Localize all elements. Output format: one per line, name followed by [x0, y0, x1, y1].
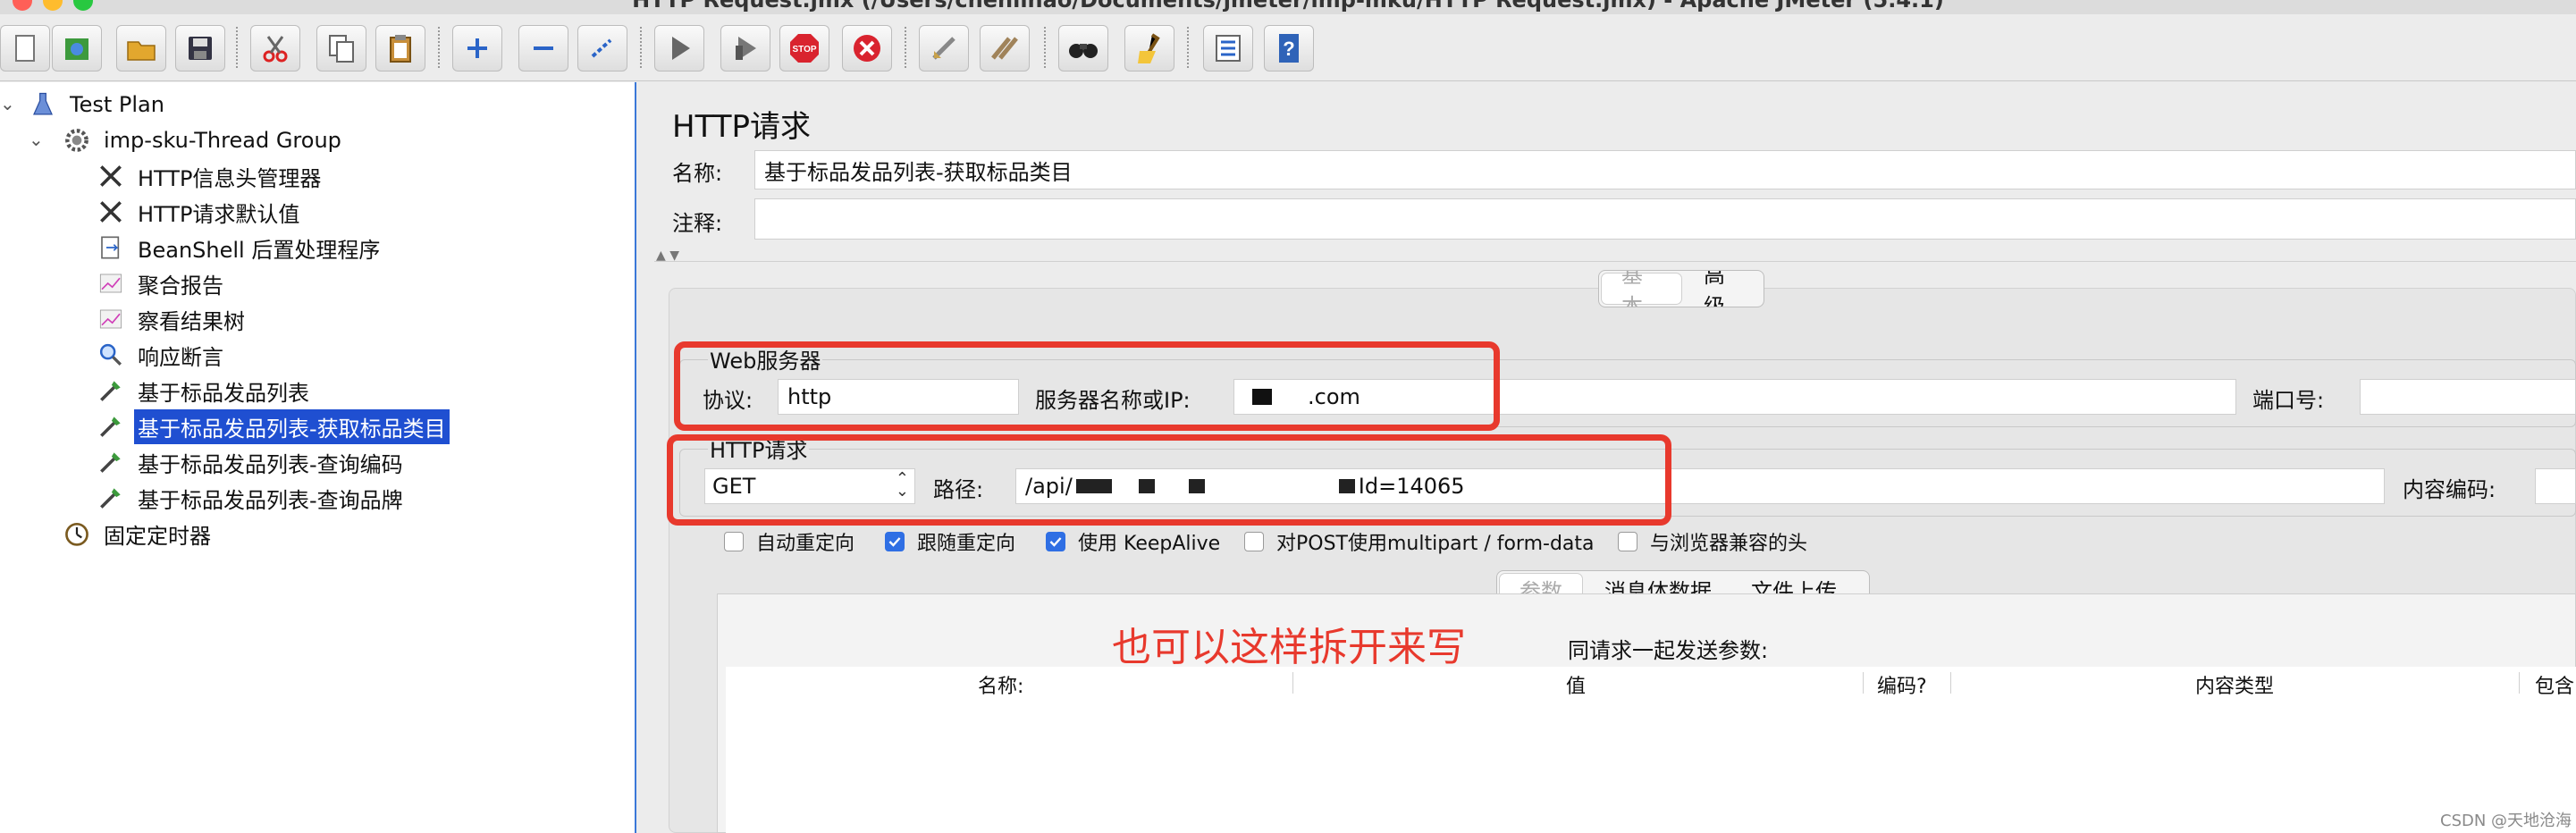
- annotation-box-request: [667, 434, 1671, 526]
- config-tabs: 基本 高级: [1598, 270, 1764, 307]
- open-icon[interactable]: [116, 25, 166, 72]
- tree-item-aggregate-report[interactable]: 聚合报告: [95, 266, 227, 300]
- tree-item-header-manager[interactable]: HTTP信息头管理器: [95, 159, 324, 193]
- params-caption: 同请求一起发送参数:: [1568, 638, 1769, 663]
- keepalive-checkbox[interactable]: 使用 KeepAlive: [1046, 527, 1220, 556]
- column-header-include[interactable]: 包含: [2535, 670, 2574, 699]
- window-title: HTTP Request.jmx (/Users/chenlinao/Docum…: [632, 0, 1944, 13]
- toggle-icon[interactable]: [577, 25, 627, 72]
- encoding-label: 内容编码:: [2403, 477, 2496, 502]
- start-no-pauses-icon[interactable]: [720, 25, 770, 72]
- title-bar: HTTP Request.jmx (/Users/chenlinao/Docum…: [0, 0, 2576, 14]
- help-icon[interactable]: ?: [1264, 25, 1314, 72]
- column-header-value[interactable]: 值: [1566, 670, 1586, 699]
- new-icon[interactable]: [0, 25, 50, 72]
- sampler-pipette-icon: [95, 482, 127, 514]
- sampler-pipette-icon: [95, 410, 127, 442]
- name-field[interactable]: 基于标品发品列表-获取标品类目: [754, 150, 2576, 189]
- collapse-icon[interactable]: [518, 25, 568, 72]
- tree-item-response-assertion[interactable]: 响应断言: [95, 338, 227, 372]
- tree-item-sampler-brand[interactable]: 基于标品发品列表-查询品牌: [95, 481, 407, 515]
- name-label: 名称:: [672, 161, 723, 186]
- search-icon[interactable]: [1058, 25, 1108, 72]
- tree-item-sampler-list[interactable]: 基于标品发品列表: [95, 374, 313, 408]
- test-plan-tree: ⌄ Test Plan ⌄ imp-sku-Thread Group HTTP信…: [0, 82, 636, 833]
- comment-label: 注释:: [672, 211, 723, 236]
- clear-icon[interactable]: [919, 25, 969, 72]
- sampler-pipette-icon: [95, 446, 127, 478]
- copy-icon[interactable]: [316, 25, 366, 72]
- post-processor-icon: [95, 231, 127, 264]
- toolbar: STOP ?: [0, 14, 2576, 81]
- config-wrench-icon: [95, 160, 127, 192]
- checkmark-icon: [1046, 532, 1065, 551]
- annotation-text: 也可以这样拆开来写: [1112, 625, 1466, 670]
- checkbox-icon: [1618, 532, 1637, 551]
- expand-icon[interactable]: [452, 25, 502, 72]
- encoding-field[interactable]: [2535, 468, 2576, 504]
- clear-all-icon[interactable]: [980, 25, 1030, 72]
- tree-item-sampler-code[interactable]: 基于标品发品列表-查询编码: [95, 445, 407, 479]
- stop-icon[interactable]: STOP: [779, 25, 829, 72]
- port-field[interactable]: [2360, 379, 2576, 415]
- listener-graph-icon: [95, 303, 127, 335]
- tree-item-request-defaults[interactable]: HTTP请求默认值: [95, 195, 303, 229]
- function-helper-icon[interactable]: [1203, 25, 1253, 72]
- checkmark-icon: [885, 532, 905, 551]
- tree-item-beanshell[interactable]: BeanShell 后置处理程序: [95, 231, 383, 265]
- multipart-checkbox[interactable]: 对POST使用multipart / form-data: [1244, 527, 1595, 556]
- annotation-box-server: [674, 341, 1500, 431]
- column-header-encode[interactable]: 编码?: [1877, 670, 1927, 699]
- watermark: CSDN @天地沧海: [2440, 812, 2572, 830]
- tree-item-view-results-tree[interactable]: 察看结果树: [95, 302, 248, 336]
- test-plan-icon: [27, 88, 59, 121]
- browser-headers-checkbox[interactable]: 与浏览器兼容的头: [1618, 527, 1807, 556]
- tree-expand-icon[interactable]: ⌄: [0, 93, 15, 114]
- column-header-name[interactable]: 名称:: [978, 670, 1023, 699]
- tree-item-constant-timer[interactable]: 固定定时器: [61, 517, 215, 551]
- checkbox-icon: [724, 532, 744, 551]
- templates-icon[interactable]: [52, 25, 102, 72]
- follow-auto-redirect-checkbox[interactable]: 自动重定向: [724, 527, 854, 556]
- checkbox-icon: [1244, 532, 1264, 551]
- svg-text:?: ?: [1283, 38, 1294, 60]
- start-icon[interactable]: [654, 25, 704, 72]
- shutdown-icon[interactable]: [842, 25, 892, 72]
- panel-heading: HTTP请求: [672, 109, 812, 145]
- thread-group-gear-icon: [61, 124, 93, 156]
- tree-item-test-plan[interactable]: Test Plan: [27, 88, 168, 122]
- assertion-magnifier-icon: [95, 339, 127, 371]
- column-header-content-type[interactable]: 内容类型: [2195, 670, 2274, 699]
- cut-icon[interactable]: [250, 25, 300, 72]
- tree-item-sampler-category[interactable]: 基于标品发品列表-获取标品类目: [95, 408, 450, 444]
- stop-label: STOP: [792, 45, 816, 55]
- save-icon[interactable]: [175, 25, 225, 72]
- comment-field[interactable]: [754, 198, 2576, 240]
- tree-item-thread-group[interactable]: imp-sku-Thread Group: [61, 123, 345, 157]
- reset-search-icon[interactable]: [1124, 25, 1174, 72]
- follow-redirects-checkbox[interactable]: 跟随重定向: [885, 527, 1015, 556]
- config-wrench-icon: [95, 196, 127, 228]
- port-label: 端口号:: [2252, 388, 2325, 413]
- tab-basic[interactable]: 基本: [1601, 271, 1682, 307]
- listener-graph-icon: [95, 267, 127, 299]
- sampler-pipette-icon: [95, 374, 127, 407]
- tree-expand-icon[interactable]: ⌄: [29, 129, 44, 150]
- timer-clock-icon: [61, 517, 93, 550]
- paste-icon[interactable]: [375, 25, 425, 72]
- tab-advanced[interactable]: 高级: [1684, 271, 1764, 307]
